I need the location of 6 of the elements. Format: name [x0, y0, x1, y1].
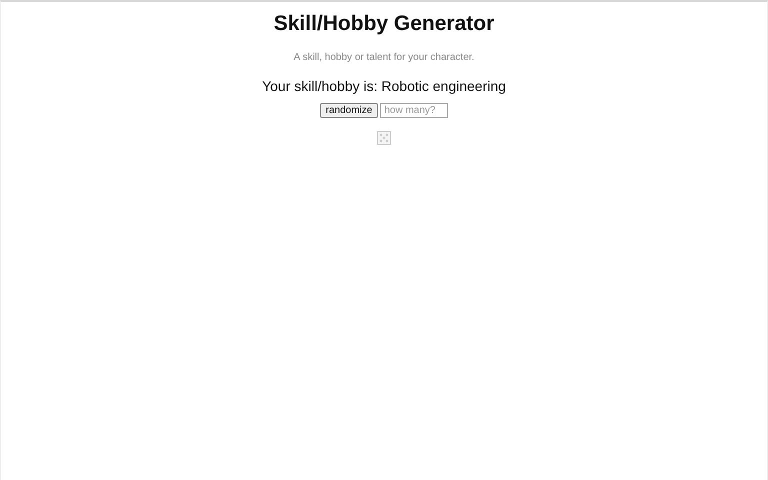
result-text: Your skill/hobby is: Robotic engineering: [262, 78, 506, 94]
randomize-button[interactable]: randomize: [320, 103, 378, 118]
page-title: Skill/Hobby Generator: [274, 12, 494, 36]
dice-icon[interactable]: [377, 131, 391, 145]
subtitle: A skill, hobby or talent for your character.: [294, 52, 474, 63]
count-field[interactable]: how many?: [380, 103, 448, 118]
